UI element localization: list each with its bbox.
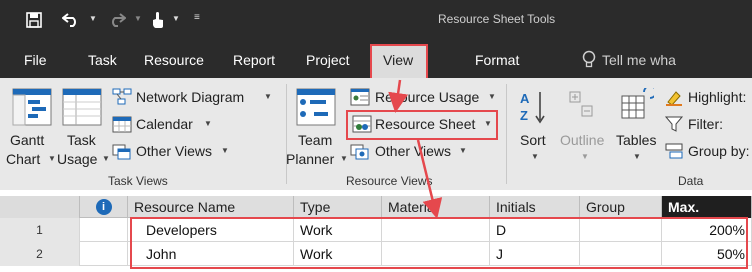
annotation-arrows: [388, 79, 443, 219]
